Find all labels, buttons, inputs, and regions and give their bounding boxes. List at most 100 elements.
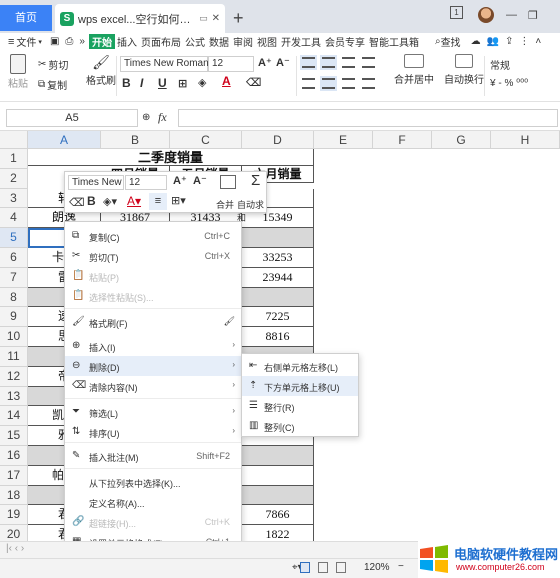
font-size-select[interactable]: 12: [208, 56, 254, 72]
save-icon[interactable]: ▣: [50, 36, 59, 47]
delete-submenu-item[interactable]: ▥ 整列(C): [242, 416, 358, 436]
column-header[interactable]: G: [432, 131, 491, 149]
formula-input[interactable]: [178, 109, 558, 127]
format-painter-pin-icon[interactable]: 🖌: [224, 316, 235, 327]
font-name-select[interactable]: Times New Roman: [120, 56, 209, 72]
context-menu-item[interactable]: ✂ 剪切(T) Ctrl+X: [65, 246, 241, 266]
page-break-view-icon[interactable]: [336, 562, 346, 573]
zoom-out-button[interactable]: −: [398, 561, 404, 572]
users-icon[interactable]: 👥: [487, 36, 499, 47]
row-header[interactable]: 4: [0, 208, 28, 229]
table-cell[interactable]: 33253: [242, 248, 314, 268]
column-header[interactable]: A: [28, 131, 101, 149]
table-cell[interactable]: 23944: [242, 267, 314, 288]
indent-icon[interactable]: [362, 57, 375, 68]
name-box[interactable]: A5: [6, 109, 138, 127]
table-title-cell[interactable]: 二季度销量: [28, 149, 314, 166]
row-header[interactable]: 6: [0, 248, 28, 268]
select-all-corner[interactable]: [0, 131, 28, 149]
column-header[interactable]: C: [170, 131, 242, 149]
row-header[interactable]: 12: [0, 366, 28, 387]
table-cell[interactable]: [242, 287, 314, 308]
zoom-level[interactable]: 120%: [364, 562, 390, 573]
row-header[interactable]: 14: [0, 406, 28, 427]
cut-button[interactable]: ✂ 剪切: [38, 57, 68, 72]
row-header[interactable]: 20: [0, 525, 28, 541]
delete-submenu-item[interactable]: ⇡ 下方单元格上移(U): [242, 376, 358, 396]
wrap-text-button[interactable]: 自动换行: [444, 54, 484, 86]
row-header[interactable]: 9: [0, 307, 28, 328]
column-header[interactable]: B: [101, 131, 170, 149]
table-cell[interactable]: [242, 446, 314, 466]
number-format-select[interactable]: 常规: [490, 57, 510, 72]
context-menu-item[interactable]: 🖌 格式刷(F) 🖌: [65, 312, 241, 332]
zoom-search-icon[interactable]: ⊕: [142, 112, 150, 123]
underline-button[interactable]: U: [158, 76, 167, 90]
menu-view[interactable]: 视图: [255, 34, 279, 49]
mini-fill-color-icon[interactable]: ◈▾: [103, 195, 117, 208]
table-cell[interactable]: [242, 465, 314, 486]
menu-insert[interactable]: 插入: [115, 34, 139, 49]
table-cell[interactable]: [242, 228, 314, 248]
context-menu-item[interactable]: ⇅ 排序(U) ›: [65, 422, 241, 442]
row-header[interactable]: 7: [0, 267, 28, 288]
menu-review[interactable]: 审阅: [231, 34, 255, 49]
search-label[interactable]: 查找: [441, 34, 461, 49]
row-header[interactable]: 13: [0, 386, 28, 407]
normal-view-icon[interactable]: [300, 562, 310, 573]
new-tab-button[interactable]: +: [233, 8, 244, 29]
row-header[interactable]: 11: [0, 347, 28, 367]
menu-member[interactable]: 会员专享: [323, 34, 367, 49]
border-icon[interactable]: ⊞: [178, 77, 187, 90]
row-header[interactable]: 8: [0, 287, 28, 308]
tab-close-icon[interactable]: ✕: [212, 13, 220, 24]
column-header[interactable]: E: [314, 131, 373, 149]
tab-screen-icon[interactable]: ▭: [199, 13, 208, 24]
menu-page-layout[interactable]: 页面布局: [139, 34, 183, 49]
document-tab[interactable]: S wps excel...空行如何快速删除？ ▭ ✕: [55, 4, 225, 33]
context-menu-item[interactable]: 定义名称(A)...: [65, 492, 241, 512]
menu-file[interactable]: 文件: [14, 34, 38, 49]
print-icon[interactable]: ⎙: [65, 36, 73, 47]
more-options-icon[interactable]: ⋮: [519, 36, 529, 47]
column-header[interactable]: H: [491, 131, 560, 149]
sheet-nav-icon[interactable]: |‹ ‹ ›: [6, 543, 24, 554]
row-header[interactable]: 19: [0, 505, 28, 526]
context-menu-item[interactable]: ⊖ 删除(D) ›: [65, 356, 241, 376]
menu-smart-toolbox[interactable]: 智能工具箱: [367, 34, 421, 49]
mini-bold-button[interactable]: B: [87, 194, 96, 208]
table-cell[interactable]: 7866: [242, 505, 314, 526]
context-menu-item[interactable]: ⧉ 复制(C) Ctrl+C: [65, 226, 241, 246]
format-painter-button[interactable]: 🖌 格式刷: [86, 54, 116, 87]
justify-icon[interactable]: [362, 78, 375, 89]
row-header[interactable]: 18: [0, 485, 28, 506]
currency-icon[interactable]: ¥ - % ⁰⁰⁰: [490, 78, 528, 89]
menu-start[interactable]: 开始: [88, 34, 115, 49]
page-layout-view-icon[interactable]: [318, 562, 328, 573]
mini-merge-label[interactable]: 合并: [216, 198, 234, 211]
window-count-icon[interactable]: 1: [450, 6, 463, 19]
row-header[interactable]: 17: [0, 465, 28, 486]
mini-border-icon[interactable]: ⊞▾: [171, 194, 186, 207]
row-header[interactable]: 1: [0, 149, 28, 169]
menu-developer[interactable]: 开发工具: [279, 34, 323, 49]
context-menu-item[interactable]: ⌫ 清除内容(N) ›: [65, 376, 241, 396]
italic-button[interactable]: I: [140, 76, 143, 90]
collapse-ribbon-icon[interactable]: ˄: [535, 36, 541, 47]
row-header[interactable]: 3: [0, 188, 28, 209]
table-cell[interactable]: [242, 485, 314, 506]
more-icon[interactable]: »: [79, 36, 85, 47]
row-header[interactable]: 10: [0, 327, 28, 347]
fx-icon[interactable]: fx: [158, 110, 167, 125]
menu-data[interactable]: 数据: [207, 34, 231, 49]
align-right-icon[interactable]: [342, 78, 355, 89]
avatar[interactable]: [478, 7, 494, 23]
context-menu-item[interactable]: 从下拉列表中选择(K)...: [65, 472, 241, 492]
mini-font-select[interactable]: Times New: [68, 175, 124, 190]
table-cell[interactable]: 7225: [242, 307, 314, 328]
context-menu-item[interactable]: ⏷ 筛选(L) ›: [65, 402, 241, 422]
copy-button[interactable]: ⧉ 复制: [38, 77, 67, 92]
fill-color-icon[interactable]: ◈: [198, 76, 206, 89]
row-header[interactable]: 5: [0, 228, 28, 248]
share-icon[interactable]: ⇪: [505, 36, 513, 47]
